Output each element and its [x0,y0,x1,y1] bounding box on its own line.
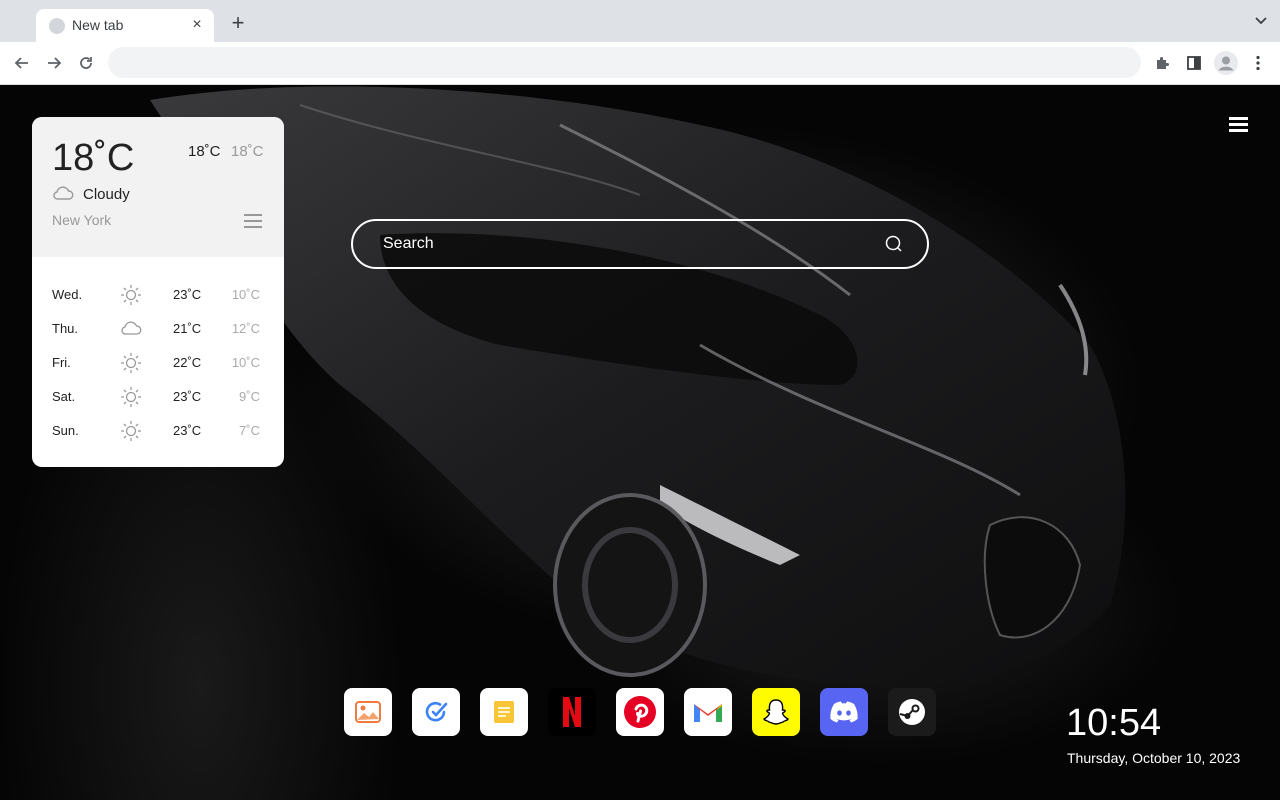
weather-city: New York [52,212,112,228]
sun-icon [121,387,141,407]
sun-icon [121,285,141,305]
address-bar[interactable] [108,47,1141,78]
image-icon [355,701,381,723]
netflix-icon [563,697,581,727]
tab-favicon-icon [49,18,65,34]
new-tab-button[interactable]: + [228,12,248,34]
forecast-day: Wed. [52,287,83,302]
forecast-row: Sun. 23˚C 7˚C [32,413,284,447]
app-pinterest[interactable] [616,688,664,736]
forecast-high: 21˚C [173,321,202,336]
tab-close-icon[interactable]: × [188,16,206,34]
forecast-low: 12˚C [231,321,260,336]
forecast-day: Sun. [52,423,79,438]
search-icon[interactable] [885,235,903,253]
puzzle-icon [1157,57,1169,69]
today-high: 18˚C [188,143,221,160]
check-pen-icon [425,701,448,722]
discord-icon [830,701,858,723]
forecast-low: 10˚C [231,287,260,302]
side-panel-button[interactable] [1184,53,1204,73]
forecast-low: 7˚C [239,423,260,438]
forecast-day: Fri. [52,355,71,370]
forecast-high: 23˚C [173,389,202,404]
forward-button[interactable] [44,53,64,73]
search-box [351,219,929,269]
weather-current: 18˚C 18˚C 18˚C Cloudy New York [32,117,284,257]
weather-forecast: Wed. 23˚C 10˚C Thu. 21˚C 12˚C Fri. 22˚C … [32,277,284,447]
current-temperature: 18˚C [52,137,135,179]
back-button[interactable] [12,53,32,73]
app-steam[interactable] [888,688,936,736]
forecast-low: 9˚C [239,389,260,404]
tab-strip: New tab × + [0,0,1280,42]
tab-title: New tab [72,17,124,33]
forecast-high: 23˚C [173,423,202,438]
forecast-row: Fri. 22˚C 10˚C [32,345,284,379]
clock-date: Thursday, October 10, 2023 [1067,750,1241,766]
steam-icon [899,699,925,725]
address-input[interactable] [108,47,1141,78]
avatar-icon [1214,51,1238,75]
weather-condition: Cloudy [83,186,130,203]
forecast-day: Sat. [52,389,76,404]
app-netflix[interactable] [548,688,596,736]
arrow-left-icon [14,57,28,69]
forecast-low: 10˚C [231,355,260,370]
sun-icon [121,353,141,373]
browser-toolbar [0,42,1280,85]
app-snapchat[interactable] [752,688,800,736]
clock-time: 10:54 [1066,702,1162,744]
app-todo[interactable] [412,688,460,736]
forecast-high: 23˚C [173,287,202,302]
weather-widget: 18˚C 18˚C 18˚C Cloudy New York Wed. 23˚C… [32,117,284,467]
profile-button[interactable] [1214,51,1238,75]
extensions-button[interactable] [1152,53,1172,73]
cloud-icon [121,321,142,335]
app-photos[interactable] [344,688,392,736]
side-panel-icon [1187,56,1201,70]
forecast-day: Thu. [52,321,79,336]
cloud-icon [53,186,74,200]
forecast-row: Sat. 23˚C 9˚C [32,379,284,413]
tab-search-chevron-icon[interactable] [1254,16,1268,26]
forecast-row: Wed. 23˚C 10˚C [32,277,284,311]
reload-button[interactable] [76,53,96,73]
forecast-high: 22˚C [173,355,202,370]
arrow-right-icon [48,57,62,69]
forecast-row: Thu. 21˚C 12˚C [32,311,284,345]
browser-menu-button[interactable] [1248,53,1268,73]
settings-menu-button[interactable] [1229,117,1248,133]
app-discord[interactable] [820,688,868,736]
kebab-menu-icon [1256,55,1260,71]
today-low: 18˚C [231,143,264,160]
app-notes[interactable] [480,688,528,736]
tab-new-tab[interactable]: New tab × [36,9,214,42]
weather-menu-button[interactable] [244,214,262,228]
snapchat-icon [763,699,789,725]
note-icon [494,701,514,723]
sun-icon [121,421,141,441]
reload-icon [80,57,92,69]
app-gmail[interactable] [684,688,732,736]
search-input[interactable] [383,221,863,267]
pinterest-icon [624,696,656,728]
gmail-icon [694,704,722,722]
